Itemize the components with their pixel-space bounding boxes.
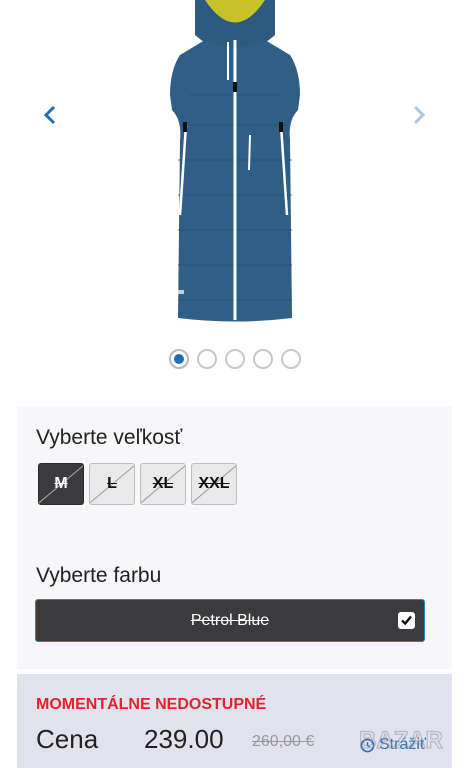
old-price: 260,00 € <box>252 733 315 750</box>
product-image <box>170 0 300 322</box>
size-label: M <box>54 475 68 492</box>
next-image-button[interactable] <box>404 100 434 130</box>
svg-text:BAZAR: BAZAR <box>359 727 443 754</box>
product-page: Vyberte veľkosť M L XL XXL Vyberte farbu… <box>0 0 469 768</box>
color-label: Petrol Blue <box>190 611 270 629</box>
chevron-left-icon <box>43 105 56 125</box>
size-option-l[interactable]: L <box>89 463 135 505</box>
size-option-xl[interactable]: XL <box>140 463 186 505</box>
prev-image-button[interactable] <box>35 100 65 130</box>
gallery-dot-5[interactable] <box>280 349 301 369</box>
size-title: Vyberte veľkosť <box>36 426 183 449</box>
size-label: L <box>107 475 117 492</box>
color-title: Vyberte farbu <box>36 564 162 587</box>
gallery-dot-1[interactable] <box>168 349 189 369</box>
gallery-dot-3[interactable] <box>224 349 245 369</box>
bazar-watermark-logo: BAZAR <box>358 726 443 754</box>
product-gallery <box>0 0 469 340</box>
product-options: Vyberte veľkosť M L XL XXL Vyberte farbu… <box>17 406 452 669</box>
color-option-petrol-blue[interactable]: Petrol Blue <box>35 599 425 642</box>
size-label: XXL <box>198 475 230 492</box>
size-label: XL <box>152 475 174 492</box>
current-price: 239.00 <box>144 724 224 754</box>
color-checkbox[interactable] <box>398 612 415 629</box>
size-option-xxl[interactable]: XXL <box>191 463 237 505</box>
chevron-right-icon <box>413 105 426 125</box>
gallery-dot-4[interactable] <box>252 349 273 369</box>
gallery-pagination <box>0 349 469 369</box>
availability-status: MOMENTÁLNE NEDOSTUPNÉ <box>36 696 267 713</box>
price-label: Cena <box>36 724 99 754</box>
size-option-m[interactable]: M <box>38 463 84 505</box>
gallery-dot-2[interactable] <box>196 349 217 369</box>
size-list: M L XL XXL <box>38 463 237 505</box>
checkmark-icon <box>401 615 412 626</box>
